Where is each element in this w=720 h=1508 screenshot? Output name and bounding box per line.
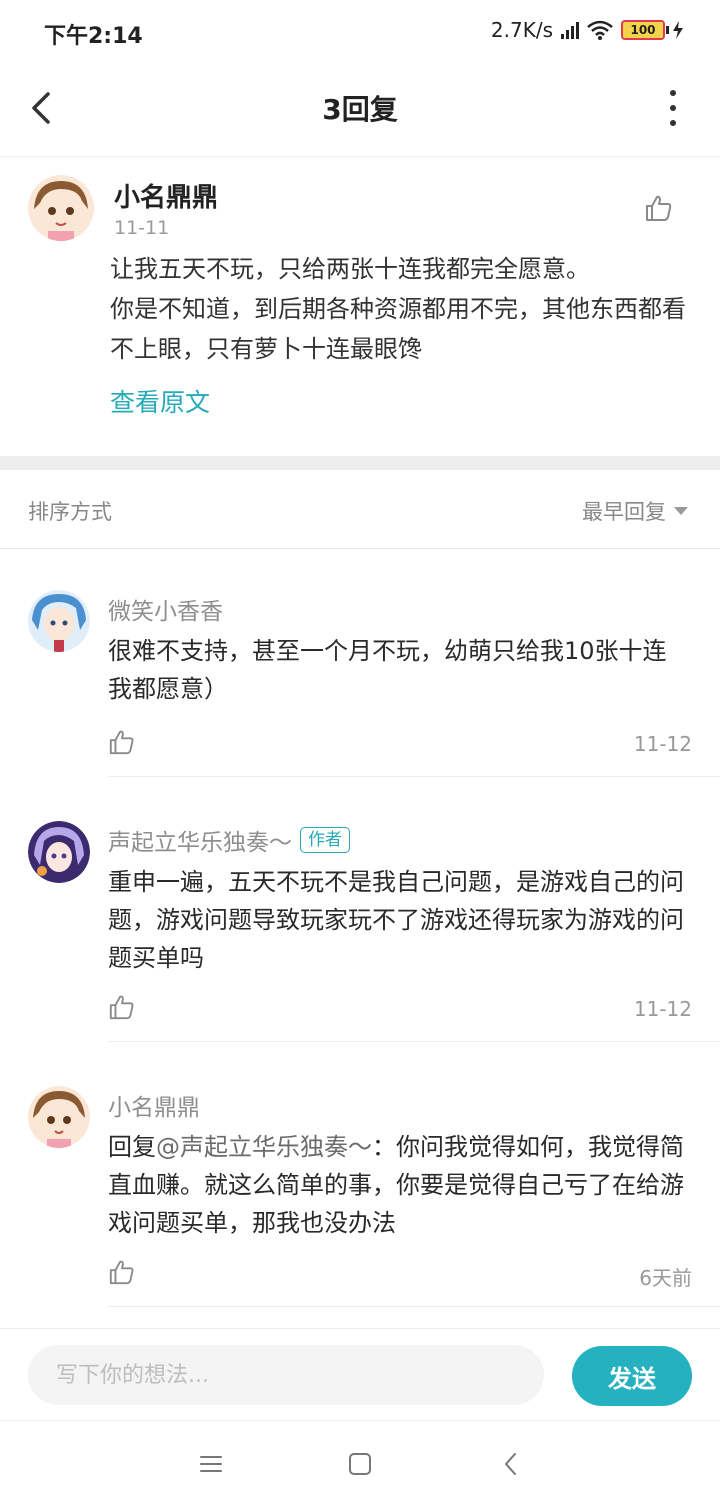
reply-prefix: 回复 xyxy=(108,1133,156,1161)
avatar[interactable] xyxy=(28,175,94,241)
back-nav-icon[interactable] xyxy=(496,1449,526,1479)
sort-dropdown[interactable]: 最早回复 xyxy=(582,496,688,526)
sort-selected: 最早回复 xyxy=(582,500,666,524)
reply-time: 11-12 xyxy=(633,732,692,756)
thumbs-up-icon[interactable] xyxy=(108,993,136,1021)
status-bar: 下午2:14 2.7K/s 100 xyxy=(0,0,720,66)
reply-author-name: 小名鼎鼎 xyxy=(108,1095,200,1121)
avatar[interactable] xyxy=(28,590,90,652)
reply-item: 微笑小香香 很难不支持，甚至一个月不玩，幼萌只给我10张十连我都愿意） 11-1… xyxy=(0,570,720,777)
menu-icon[interactable] xyxy=(196,1449,226,1479)
comment-text-line: 你是不知道，到后期各种资源都用不完，其他东西都看不上眼，只有萝卜十连最眼馋 xyxy=(110,295,686,363)
view-original-link[interactable]: 查看原文 xyxy=(110,383,210,419)
reply-author[interactable]: 小名鼎鼎 xyxy=(108,1088,200,1122)
reply-text: 回复@声起立华乐独奏～：你问我觉得如何，我觉得简直血赚。就这么简单的事，你要是觉… xyxy=(108,1128,688,1242)
reply-text: 很难不支持，甚至一个月不玩，幼萌只给我10张十连我都愿意） xyxy=(108,637,667,703)
reply-author[interactable]: 微笑小香香 xyxy=(108,592,223,626)
home-icon[interactable] xyxy=(345,1449,375,1479)
sort-label: 排序方式 xyxy=(28,500,112,524)
status-icons: 2.7K/s 100 xyxy=(491,18,684,42)
mention-link[interactable]: @声起立华乐独奏～ xyxy=(156,1133,372,1161)
system-nav-bar xyxy=(0,1420,720,1508)
comment-input-bar: 发送 xyxy=(0,1328,720,1421)
divider xyxy=(108,1306,720,1307)
avatar[interactable] xyxy=(28,1086,90,1148)
section-divider xyxy=(0,456,720,470)
signal-icon xyxy=(561,21,579,39)
avatar[interactable] xyxy=(28,821,90,883)
charging-icon xyxy=(673,21,683,39)
reply-time: 11-12 xyxy=(633,997,692,1021)
comment-author[interactable]: 小名鼎鼎 xyxy=(114,177,218,214)
app-header: 3回复 xyxy=(0,66,720,157)
thumbs-up-icon[interactable] xyxy=(644,193,674,223)
status-time: 下午2:14 xyxy=(44,24,143,49)
divider xyxy=(108,776,720,777)
comment-text: 让我五天不玩，只给两张十连我都完全愿意。 你是不知道，到后期各种资源都用不完，其… xyxy=(110,249,696,369)
reply-item: 小名鼎鼎 回复@声起立华乐独奏～：你问我觉得如何，我觉得简直血赚。就这么简单的事… xyxy=(0,1066,720,1307)
comment-input[interactable] xyxy=(28,1345,544,1405)
author-badge: 作者 xyxy=(300,827,350,853)
more-options-icon[interactable] xyxy=(666,90,680,126)
original-comment: 小名鼎鼎 11-11 让我五天不玩，只给两张十连我都完全愿意。 你是不知道，到后… xyxy=(0,157,720,455)
reply-author-name: 声起立华乐独奏～ xyxy=(108,830,292,856)
reply-author-name: 微笑小香香 xyxy=(108,599,223,625)
reply-text: 重申一遍，五天不玩不是我自己问题，是游戏自己的问题，游戏问题导致玩家玩不了游戏还… xyxy=(108,868,684,972)
thumbs-up-icon[interactable] xyxy=(108,1258,136,1286)
divider xyxy=(108,1041,720,1042)
wifi-icon xyxy=(587,20,613,40)
sort-bar: 排序方式 最早回复 xyxy=(0,470,720,549)
thumbs-up-icon[interactable] xyxy=(108,728,136,756)
battery-icon: 100 xyxy=(621,20,684,40)
battery-level: 100 xyxy=(630,23,656,37)
send-button[interactable]: 发送 xyxy=(572,1346,692,1406)
reply-item: 声起立华乐独奏～ 作者 重申一遍，五天不玩不是我自己问题，是游戏自己的问题，游戏… xyxy=(0,801,720,1042)
net-speed: 2.7K/s xyxy=(490,18,553,42)
comment-text-line: 让我五天不玩，只给两张十连我都完全愿意。 xyxy=(110,255,590,283)
reply-author[interactable]: 声起立华乐独奏～ 作者 xyxy=(108,823,350,857)
caret-down-icon xyxy=(674,507,688,515)
comment-date: 11-11 xyxy=(114,217,170,239)
reply-time: 6天前 xyxy=(639,1266,692,1290)
page-title: 3回复 xyxy=(322,93,398,126)
